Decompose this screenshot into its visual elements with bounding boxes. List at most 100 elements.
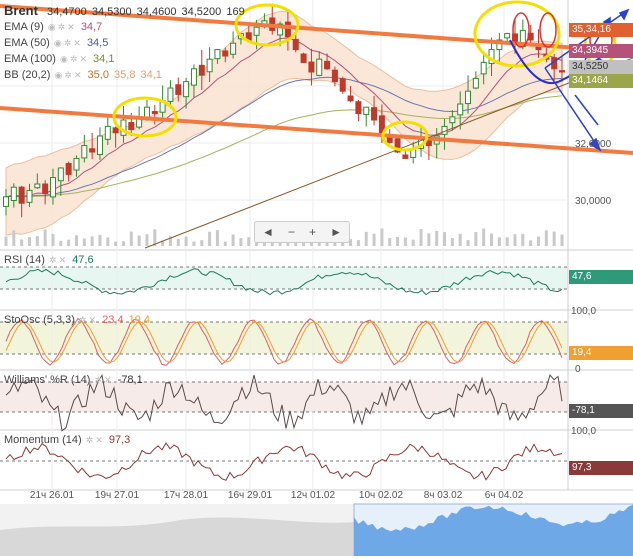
volume-bar — [231, 234, 235, 246]
volume-bar — [208, 231, 212, 246]
close-value: 34,5200 — [181, 6, 222, 18]
volume-bar — [443, 232, 447, 246]
volume-bar — [106, 237, 110, 246]
candle-body — [175, 84, 182, 95]
legend-rsi[interactable]: RSI (14) ✲ ✕ 47,6 — [4, 254, 94, 266]
candle-body — [355, 101, 362, 115]
scroll-left-button[interactable]: ◄ — [262, 225, 274, 239]
momentum-tag: 97,3 — [569, 461, 633, 475]
candle-body — [347, 95, 354, 102]
gear-icon[interactable]: ✲ — [49, 255, 57, 265]
gear-icon[interactable]: ✲ — [86, 435, 94, 445]
close-icon[interactable]: ✕ — [74, 70, 82, 80]
stoch-k-value: 23,4 — [102, 314, 124, 326]
legend-momentum[interactable]: Momentum (14) ✲ ✕ 97,3 — [4, 434, 130, 446]
candle-body — [112, 127, 119, 134]
rsi-value: 47,6 — [72, 254, 94, 266]
volume-bar — [497, 237, 501, 246]
legend-williams[interactable]: Williams' %R (14) ✲ ✕ -78,1 — [4, 374, 143, 386]
candle-body — [214, 49, 221, 60]
volume-bar — [372, 233, 376, 246]
volume-bar — [388, 238, 392, 246]
volume-bar — [247, 237, 251, 246]
gear-icon[interactable]: ✲ — [70, 54, 78, 64]
zoom-out-button[interactable]: − — [288, 225, 295, 239]
gear-icon[interactable]: ✲ — [64, 38, 72, 48]
candle-body — [3, 196, 9, 207]
eye-icon[interactable]: ◉ — [55, 70, 63, 80]
legend-ema9[interactable]: EMA (9) ◉ ✲ ✕ 34,7 — [4, 21, 102, 33]
eye-icon[interactable]: ◉ — [60, 54, 68, 64]
scroll-right-button[interactable]: ► — [330, 225, 342, 239]
volume-bar — [239, 238, 243, 246]
candle-body — [104, 125, 111, 140]
volume-bar — [411, 239, 415, 246]
volume-bar — [43, 229, 47, 246]
instrument-title: Brent — [4, 3, 38, 18]
bb-value-lower: 34,1 — [140, 69, 162, 81]
close-icon[interactable]: ✕ — [73, 38, 81, 48]
volume-bar — [176, 238, 180, 246]
chart-stage: 32,0000 30,0000 100,0 0 100,0 21ч 26.01 1… — [0, 0, 633, 557]
eye-icon[interactable]: ◉ — [54, 38, 62, 48]
x-axis-ticks: 21ч 26.01 19ч 27.01 17ч 28.01 16ч 29.01 12ч … — [30, 490, 524, 501]
bb-value-upper: 35,8 — [114, 69, 136, 81]
candle-body — [308, 61, 315, 73]
gear-icon[interactable]: ✲ — [58, 22, 66, 32]
ema9-label: EMA (9) — [4, 21, 44, 33]
candle-body — [472, 77, 479, 89]
rsi-label: RSI (14) — [4, 254, 45, 266]
volume-bar — [396, 237, 400, 246]
candle-body — [457, 103, 464, 116]
candle-body — [284, 21, 291, 38]
volume-value: 169 — [226, 6, 245, 18]
close-icon[interactable]: ✕ — [89, 315, 97, 325]
close-icon[interactable]: ✕ — [95, 435, 103, 445]
volume-bar — [458, 233, 462, 246]
candle-body — [480, 61, 487, 75]
close-icon[interactable]: ✕ — [104, 375, 112, 385]
gear-icon[interactable]: ✲ — [79, 315, 87, 325]
stoch-tag: 19,4 — [569, 346, 633, 360]
candle-body — [167, 87, 174, 102]
stoch-label: StoOsc (5,3,3) — [4, 314, 75, 326]
volume-bar — [223, 241, 227, 246]
close-icon[interactable]: ✕ — [79, 54, 87, 64]
legend-ema50[interactable]: EMA (50) ◉ ✲ ✕ 34,5 — [4, 37, 108, 49]
high-value: 34,5300 — [91, 6, 132, 18]
williams-value: -78,1 — [117, 374, 143, 386]
zoom-in-button[interactable]: + — [309, 225, 316, 239]
candle-body — [81, 145, 88, 159]
candle-body — [222, 50, 229, 57]
volume-bar — [74, 235, 78, 246]
legend-bb[interactable]: BB (20,2) ◉ ✲ ✕ 35,0 35,8 34,1 — [4, 69, 162, 81]
gear-icon[interactable]: ✲ — [95, 375, 103, 385]
price-tag-ema100: 34,1464 — [569, 74, 633, 88]
candle-body — [324, 60, 331, 70]
candle-body — [230, 42, 237, 55]
legend-ema100[interactable]: EMA (100) ◉ ✲ ✕ 34,1 — [4, 53, 114, 65]
close-icon[interactable]: ✕ — [67, 22, 75, 32]
chart-svg[interactable]: 32,0000 30,0000 100,0 0 100,0 21ч 26.01 1… — [0, 0, 633, 557]
williams-tag: -78,1 — [569, 404, 633, 418]
open-value: 34,4700 — [47, 6, 87, 18]
legend-stoch[interactable]: StoOsc (5,3,3) ✲ ✕ 23,4 19,4 — [4, 314, 150, 326]
volume-bar — [466, 240, 470, 246]
candle-body — [449, 116, 456, 124]
volume-bar — [537, 236, 541, 246]
x-tick-label: 8ч 03.02 — [424, 490, 463, 501]
close-icon[interactable]: ✕ — [59, 255, 67, 265]
momentum-scale-top: 100,0 — [571, 426, 596, 437]
price-tick-32: 32,0000 — [575, 139, 612, 150]
volume-bar — [529, 240, 533, 246]
candle-body — [18, 186, 25, 204]
volume-bar — [192, 241, 196, 246]
stoch-scale-top: 100,0 — [571, 306, 596, 317]
candle-body — [183, 81, 190, 98]
volume-bar — [67, 239, 71, 246]
eye-icon[interactable]: ◉ — [48, 22, 56, 32]
price-tag-ema9: 34,3945 — [569, 44, 633, 58]
candle-body — [96, 135, 103, 156]
volume-bar — [114, 241, 118, 246]
gear-icon[interactable]: ✲ — [64, 70, 72, 80]
